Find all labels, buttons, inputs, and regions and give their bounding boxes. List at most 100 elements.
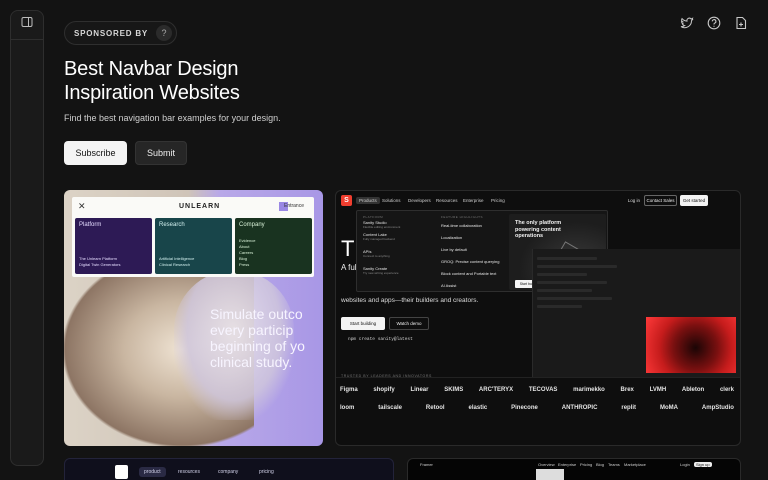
sponsored-by-label: SPONSORED BY — [74, 28, 149, 38]
customer-logo: AmpStudio — [701, 405, 734, 411]
logo-row-1: Figma shopify Linear SKIMS ARC'TERYX TEC… — [340, 387, 734, 393]
menu-item: Careers — [239, 250, 254, 255]
nav-link: company — [218, 469, 239, 475]
menu-item: Clinical Research — [159, 262, 191, 267]
twitter-icon[interactable] — [679, 15, 694, 30]
nav-link: Products — [356, 197, 380, 204]
menu-item: Blog — [239, 256, 248, 261]
nav-link: Marketplace — [624, 462, 646, 467]
signup-button: Sign up — [694, 462, 712, 467]
dropdown-item: Block content and Portable text — [441, 271, 497, 276]
customer-logo: Linear — [410, 387, 429, 393]
sidebar-toggle-icon — [21, 15, 33, 33]
menu-column-title: Company — [239, 222, 265, 228]
menu-column-title: Research — [159, 222, 185, 228]
dropdown-item-desc: Try new writing experience — [363, 271, 399, 275]
customer-logo: Ableton — [681, 387, 705, 393]
customer-logo: ARC'TERYX — [478, 387, 514, 393]
nav-link: Pricing — [580, 462, 593, 467]
customer-logo: LVMH — [649, 387, 667, 393]
nav-link: Solutions — [382, 198, 401, 203]
nav-link: Resources — [436, 198, 458, 203]
login-link: Log in — [627, 198, 640, 203]
product-screenshot — [532, 249, 740, 377]
nav-link: resources — [178, 469, 200, 475]
screenshot-row — [537, 281, 607, 284]
screenshot-row — [537, 289, 592, 292]
trusted-by-label: TRUSTED BY LEADERS AND INNOVATORS — [341, 374, 432, 378]
sidebar-toggle-button[interactable] — [19, 17, 35, 31]
customer-logo: MoMA — [659, 405, 678, 411]
unlearn-enter-link: Entrance — [283, 203, 304, 209]
dropdown-section-title: FEATURE HIGHLIGHTS — [441, 215, 483, 219]
logo-row-2: loom tailscale Retool elastic Pinecone A… — [340, 405, 734, 411]
unlearn-mega-menu: Platform The Unlearn Platform Digital Tw… — [72, 215, 314, 277]
example-card-3[interactable]: product resources company pricing — [64, 458, 394, 480]
customer-logo: SKIMS — [444, 387, 464, 393]
dropdown-item: Live by default — [441, 247, 467, 252]
submit-icon[interactable] — [733, 15, 748, 30]
nav-link: pricing — [259, 469, 274, 475]
customer-logo: TECOVAS — [528, 387, 558, 393]
screenshot-row — [537, 297, 612, 300]
watch-demo-button: Watch demo — [389, 317, 429, 330]
red-figure-image — [646, 317, 736, 373]
nav-link: Enterprise — [558, 462, 577, 467]
header-icons — [679, 15, 748, 30]
hero-line-fragment: A ful — [341, 263, 357, 272]
get-started-button: Get started — [680, 195, 708, 206]
submit-button[interactable]: Submit — [135, 141, 187, 165]
page: SPONSORED BY ? Best Navbar Design Inspir… — [0, 0, 768, 480]
nav-link: Blog — [596, 462, 605, 467]
close-icon: ✕ — [78, 200, 86, 211]
rail-divider — [11, 39, 43, 40]
unlearn-navbar: ✕ UNLEARN Entrance — [72, 197, 314, 215]
customer-logo: marimekko — [573, 387, 605, 393]
customer-logo: elastic — [468, 405, 488, 411]
menu-item: Press — [239, 262, 250, 267]
card3-logo — [115, 465, 128, 479]
page-title: Best Navbar Design Inspiration Websites — [64, 58, 240, 104]
screenshot-row — [537, 273, 587, 276]
hero-title-fragment: T — [341, 236, 355, 261]
nav-link: Enterprise — [463, 198, 484, 203]
sponsored-by-pill[interactable]: SPONSORED BY ? — [64, 21, 178, 45]
npm-command: npm create sanity@latest — [348, 337, 413, 342]
customer-logo: clerk — [719, 387, 734, 393]
menu-item: Evidence — [239, 238, 256, 243]
customer-logo: Pinecone — [511, 405, 538, 411]
dropdown-item-desc: Connect to anything — [363, 254, 390, 258]
example-card-framer[interactable]: Framer Overview Enterprise Pricing Blog … — [407, 458, 741, 480]
dropdown-item-desc: Fully managed backend — [363, 237, 395, 241]
dropdown-item: GROQ: Precise content querying — [441, 259, 500, 264]
screenshot-row — [537, 265, 617, 268]
framer-logo: Framer — [420, 462, 433, 467]
sanity-navbar: S Products Solutions Developers Resource… — [336, 191, 740, 211]
customer-logo: tailscale — [378, 405, 402, 411]
help-icon[interactable] — [706, 15, 721, 30]
menu-column-platform: Platform The Unlearn Platform Digital Tw… — [75, 218, 152, 274]
screenshot-row — [537, 257, 597, 260]
menu-column-research: Research Artificial Intelligence Clinica… — [155, 218, 232, 274]
customer-logo: Figma — [340, 387, 358, 393]
promo-title: The only platform powering content opera… — [515, 220, 562, 239]
dropdown-item-desc: Flexible editing environment — [363, 225, 401, 229]
sponsor-help-icon[interactable]: ? — [156, 25, 173, 41]
dropdown-item: AI Assist — [441, 283, 457, 288]
subscribe-button[interactable]: Subscribe — [64, 141, 127, 165]
example-card-sanity[interactable]: S Products Solutions Developers Resource… — [335, 190, 741, 446]
dropdown-item: Localization — [441, 235, 463, 240]
example-card-unlearn[interactable]: ✕ UNLEARN Entrance Platform The Unlearn … — [64, 190, 323, 446]
page-subtitle: Find the best navigation bar examples fo… — [64, 113, 281, 123]
menu-item: Artificial Intelligence — [159, 256, 195, 261]
menu-item: Digital Twin Generators — [79, 262, 121, 267]
customer-logo: ANTHROPIC — [561, 405, 598, 411]
customer-logo: Brex — [620, 387, 634, 393]
framer-dropdown — [536, 469, 564, 480]
menu-column-title: Platform — [79, 222, 102, 228]
nav-link: Teams — [608, 462, 620, 467]
sidebar-rail — [10, 10, 44, 466]
screenshot-row — [537, 305, 582, 308]
customer-logo: replit — [621, 405, 637, 411]
nav-link: Pricing — [491, 198, 505, 203]
